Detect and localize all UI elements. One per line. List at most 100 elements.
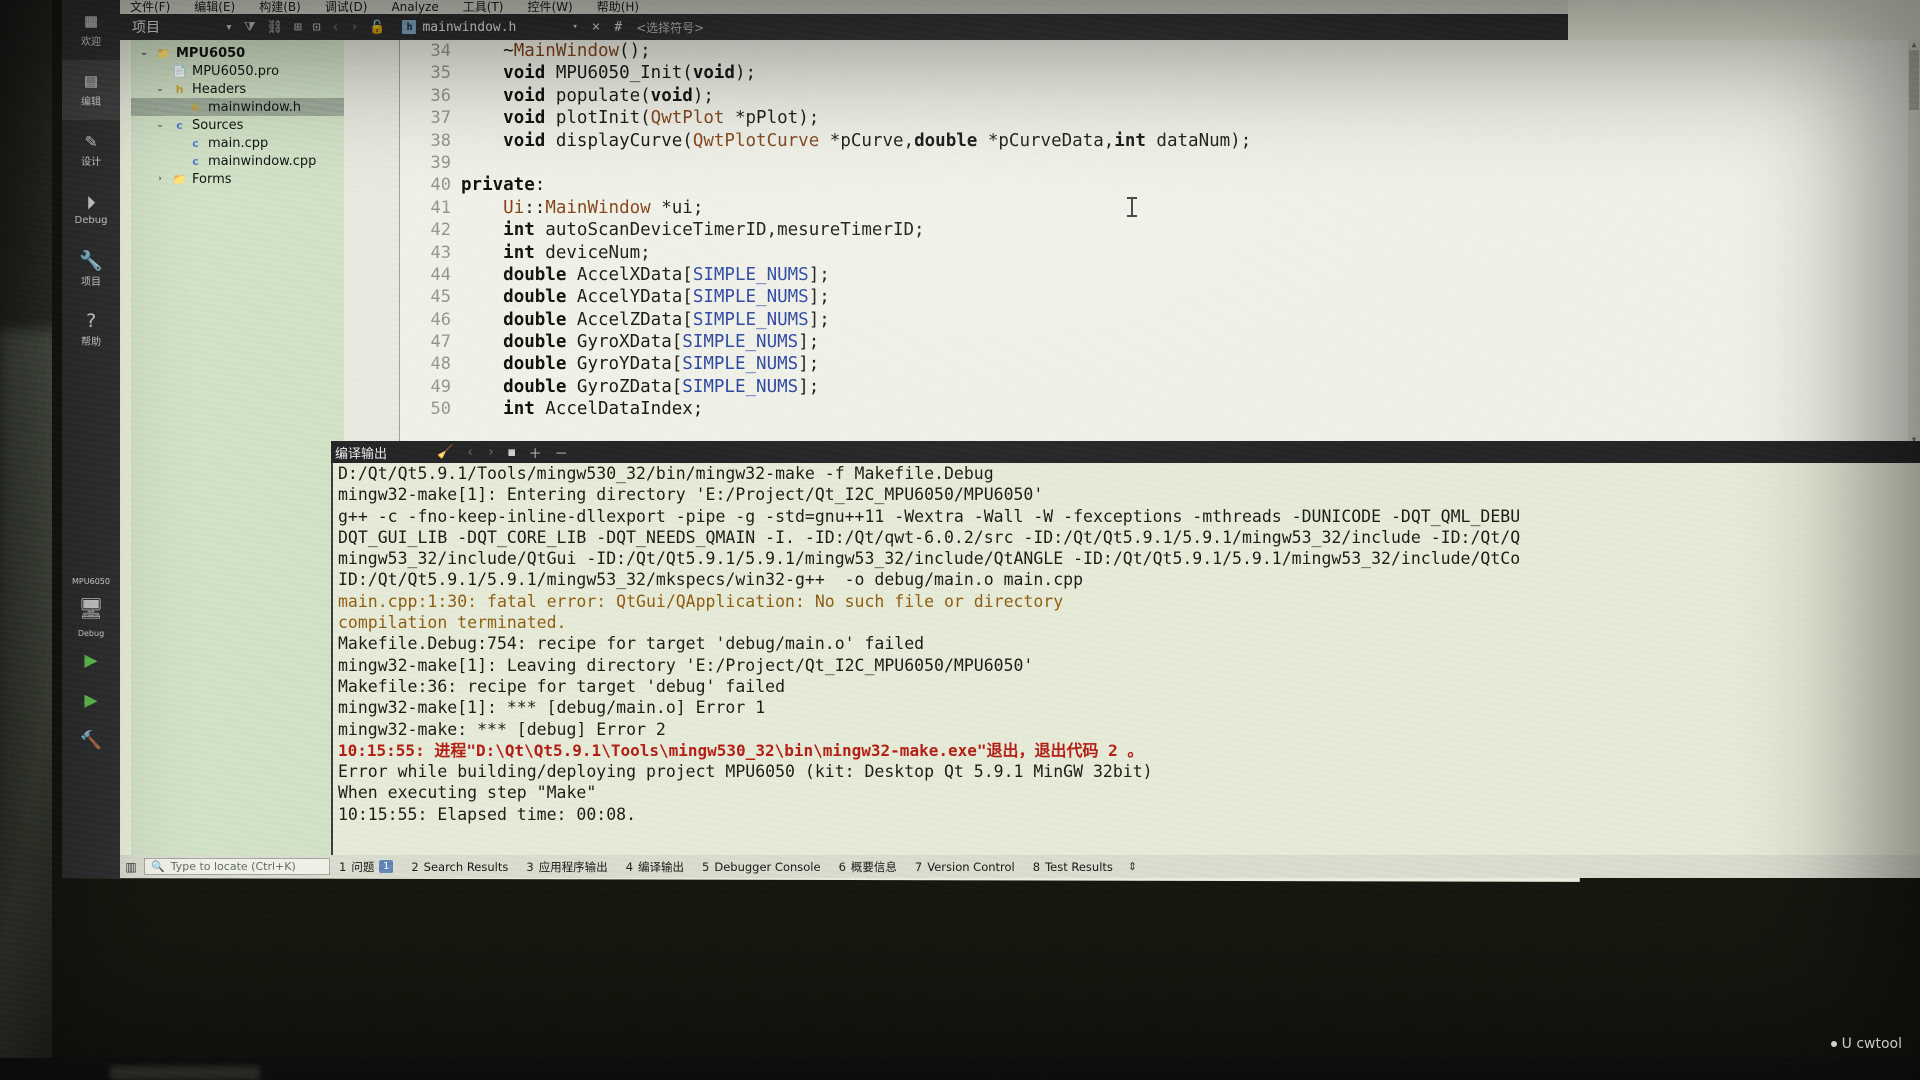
menu-bar[interactable]: 文件(F) 编辑(E) 构建(B) 调试(D) Analyze 工具(T) 控件…	[120, 0, 1568, 14]
link-icon[interactable]: ⛓	[266, 20, 283, 35]
status-tab-debugger-console[interactable]: 5 Debugger Console	[693, 855, 830, 878]
code-line[interactable]: 36 void populate(void);	[401, 85, 1920, 107]
symbol-selector[interactable]: <选择符号>	[636, 19, 704, 36]
status-tab-编译输出[interactable]: 4 编译输出	[617, 855, 693, 878]
code-line[interactable]: 40 private:	[401, 174, 1920, 196]
tree-item-mainwindow-h[interactable]: h mainwindow.h	[131, 98, 344, 116]
code-text: ~MainWindow();	[461, 41, 651, 61]
chevron-updown-icon[interactable]: ⇕	[1128, 861, 1137, 872]
compile-output[interactable]: D:/Qt/Qt5.9.1/Tools/mingw530_32/bin/ming…	[331, 463, 1920, 855]
kit-selector[interactable]: MPU6050 🖥 Debug	[62, 570, 120, 640]
editor-scrollbar[interactable]: ▲ ▼	[1908, 40, 1920, 445]
code-line[interactable]: 37 void plotInit(QwtPlot *pPlot);	[401, 107, 1920, 129]
menu-item-debug[interactable]: 调试(D)	[325, 1, 368, 14]
tree-item-forms[interactable]: › 📁 Forms	[131, 170, 344, 188]
tree-item-sources[interactable]: ⌄ c Sources	[131, 116, 344, 134]
menu-item-build[interactable]: 构建(B)	[259, 1, 301, 14]
code-line[interactable]: 45 double AccelYData[SIMPLE_NUMS];	[401, 286, 1920, 308]
status-tab-label: 编译输出	[638, 859, 685, 874]
status-tab-test-results[interactable]: 8 Test Results	[1024, 855, 1122, 878]
code-text: double AccelZData[SIMPLE_NUMS];	[503, 309, 830, 330]
filter-icon[interactable]: ⧩	[244, 20, 256, 35]
status-tab-应用程序输出[interactable]: 3 应用程序输出	[517, 855, 616, 878]
mode-item-projects[interactable]: 🔧 项目	[62, 240, 120, 300]
forward-icon[interactable]: ›	[350, 20, 358, 35]
code-line[interactable]: 46 double AccelZData[SIMPLE_NUMS];	[401, 309, 1920, 331]
mode-item-welcome[interactable]: ▦ 欢迎	[62, 0, 120, 60]
code-line[interactable]: 50 int AccelDataIndex;	[401, 398, 1920, 420]
mode-item-debug[interactable]: ⏵ Debug	[62, 180, 120, 240]
code-line[interactable]: 39	[401, 152, 1920, 174]
status-bar[interactable]: ▥ 🔍 Type to locate (Ctrl+K) 1 问题 1 2 Search …	[120, 855, 1920, 878]
editor-tab-strip[interactable]: h mainwindow.h ▾ × # <选择符号>	[394, 14, 1568, 40]
menu-item-edit[interactable]: 编辑(E)	[194, 1, 235, 14]
next-icon[interactable]: ›	[487, 445, 495, 460]
code-line[interactable]: 44 double AccelXData[SIMPLE_NUMS];	[401, 264, 1920, 286]
lock-icon[interactable]: 🔓	[369, 20, 385, 35]
chevron-icon[interactable]: ›	[153, 174, 167, 184]
tree-item-mpu6050[interactable]: ⌄ 📁 MPU6050	[131, 44, 344, 62]
zoom-in-icon[interactable]: ＋	[529, 443, 542, 462]
locator-input[interactable]: 🔍 Type to locate (Ctrl+K)	[144, 858, 330, 875]
prev-icon[interactable]: ‹	[466, 445, 474, 460]
tree-item-main-cpp[interactable]: c main.cpp	[131, 134, 344, 152]
editor-tab-mainwindow-h[interactable]: h mainwindow.h	[394, 14, 524, 40]
build-button[interactable]: 🔨	[62, 720, 120, 760]
mode-item-help[interactable]: ? 帮助	[62, 300, 120, 360]
tree-item-label: Headers	[192, 81, 247, 97]
project-pane-header: 项目 ▾ ⧩ ⛓ ⊞ ⊡ ‹ › 🔓 h mainwindow.h ▾ × # …	[120, 14, 1568, 40]
close-icon[interactable]: ×	[592, 19, 600, 35]
tree-item-mpu6050-pro[interactable]: 📄 MPU6050.pro	[131, 62, 344, 80]
code-line[interactable]: 35 void MPU6050_Init(void);	[401, 62, 1920, 84]
output-line: main.cpp:1:30: fatal error: QtGui/QAppli…	[338, 591, 1064, 611]
clear-icon[interactable]: 🧹	[437, 445, 453, 460]
stop-icon[interactable]: ◼	[508, 445, 516, 460]
chevron-icon[interactable]: ⌄	[137, 48, 151, 58]
menu-item-tools[interactable]: 工具(T)	[463, 1, 504, 14]
debug-button[interactable]: ▶	[62, 680, 120, 720]
scrollbar-thumb[interactable]	[1909, 50, 1919, 110]
code-line[interactable]: 48 double GyroYData[SIMPLE_NUMS];	[401, 353, 1920, 375]
mode-item-design[interactable]: ✎ 设计	[62, 120, 120, 180]
code-line[interactable]: 47 double GyroXData[SIMPLE_NUMS];	[401, 331, 1920, 353]
box-icon[interactable]: ⊡	[313, 20, 321, 35]
output-pane-tabs[interactable]: 1 问题 1 2 Search Results 3 应用程序输出 4 编译输出 5 Debugger…	[330, 855, 1122, 878]
code-line[interactable]: 42 int autoScanDeviceTimerID,mesureTimer…	[401, 219, 1920, 241]
code-line[interactable]: 34 ~MainWindow();	[401, 40, 1920, 62]
code-editor[interactable]: 34 ~MainWindow(); 35 void MPU6050_Init(vo…	[344, 40, 1920, 445]
chevron-icon[interactable]: ⌄	[153, 84, 167, 94]
tree-item-headers[interactable]: ⌄ h Headers	[131, 80, 344, 98]
code-line[interactable]: 43 int deviceNum;	[401, 242, 1920, 264]
code-line[interactable]: 38 void displayCurve(QwtPlotCurve *pCurv…	[401, 130, 1920, 152]
status-tab-概要信息[interactable]: 6 概要信息	[830, 855, 906, 878]
chevron-down-icon[interactable]: ▾	[572, 22, 577, 32]
split-icon[interactable]: ⊞	[294, 20, 302, 35]
status-tab-version-control[interactable]: 7 Version Control	[906, 855, 1024, 878]
code-text: void MPU6050_Init(void);	[503, 63, 757, 84]
code-line[interactable]: 49 double GyroZData[SIMPLE_NUMS];	[401, 376, 1920, 398]
mode-selector-bar[interactable]: ▦ 欢迎 ▤ 编辑 ✎ 设计 ⏵ Debug 🔧 项目 ? 帮助 MPU6050…	[62, 0, 120, 878]
status-tab-问题[interactable]: 1 问题 1	[330, 855, 402, 878]
menu-item-help[interactable]: 帮助(H)	[597, 1, 639, 14]
scroll-up-icon[interactable]: ▲	[1909, 40, 1919, 50]
menu-item-file[interactable]: 文件(F)	[130, 1, 170, 14]
mode-item-edit[interactable]: ▤ 编辑	[62, 60, 120, 120]
hash-icon[interactable]: #	[614, 20, 622, 35]
project-pane-toolbar[interactable]: ▾ ⧩ ⛓ ⊞ ⊡ ‹ › 🔓	[225, 20, 385, 35]
tree-item-mainwindow-cpp[interactable]: c mainwindow.cpp	[131, 152, 344, 170]
panel-grip-icon[interactable]: ▥	[120, 855, 142, 878]
status-tab-search-results[interactable]: 2 Search Results	[402, 855, 517, 878]
menu-item-analyze[interactable]: Analyze	[391, 1, 438, 14]
chevron-down-icon[interactable]: ▾	[225, 20, 233, 35]
tree-item-label: mainwindow.cpp	[208, 153, 317, 169]
project-tree[interactable]: ⌄ 📁 MPU6050 📄 MPU6050.pro ⌄ h Headers h mainwindo…	[131, 40, 344, 855]
zoom-out-icon[interactable]: －	[555, 443, 568, 462]
code-line[interactable]: 41 Ui::MainWindow *ui;	[401, 197, 1920, 219]
cpp-file-icon: c	[192, 154, 199, 168]
output-pane-toolbar[interactable]: 🧹 ‹ › ◼ ＋ －	[437, 443, 568, 462]
run-button[interactable]: ▶	[62, 640, 120, 680]
question-icon: ?	[85, 310, 97, 332]
back-icon[interactable]: ‹	[332, 20, 340, 35]
chevron-icon[interactable]: ⌄	[153, 120, 167, 130]
menu-item-window[interactable]: 控件(W)	[527, 1, 572, 14]
